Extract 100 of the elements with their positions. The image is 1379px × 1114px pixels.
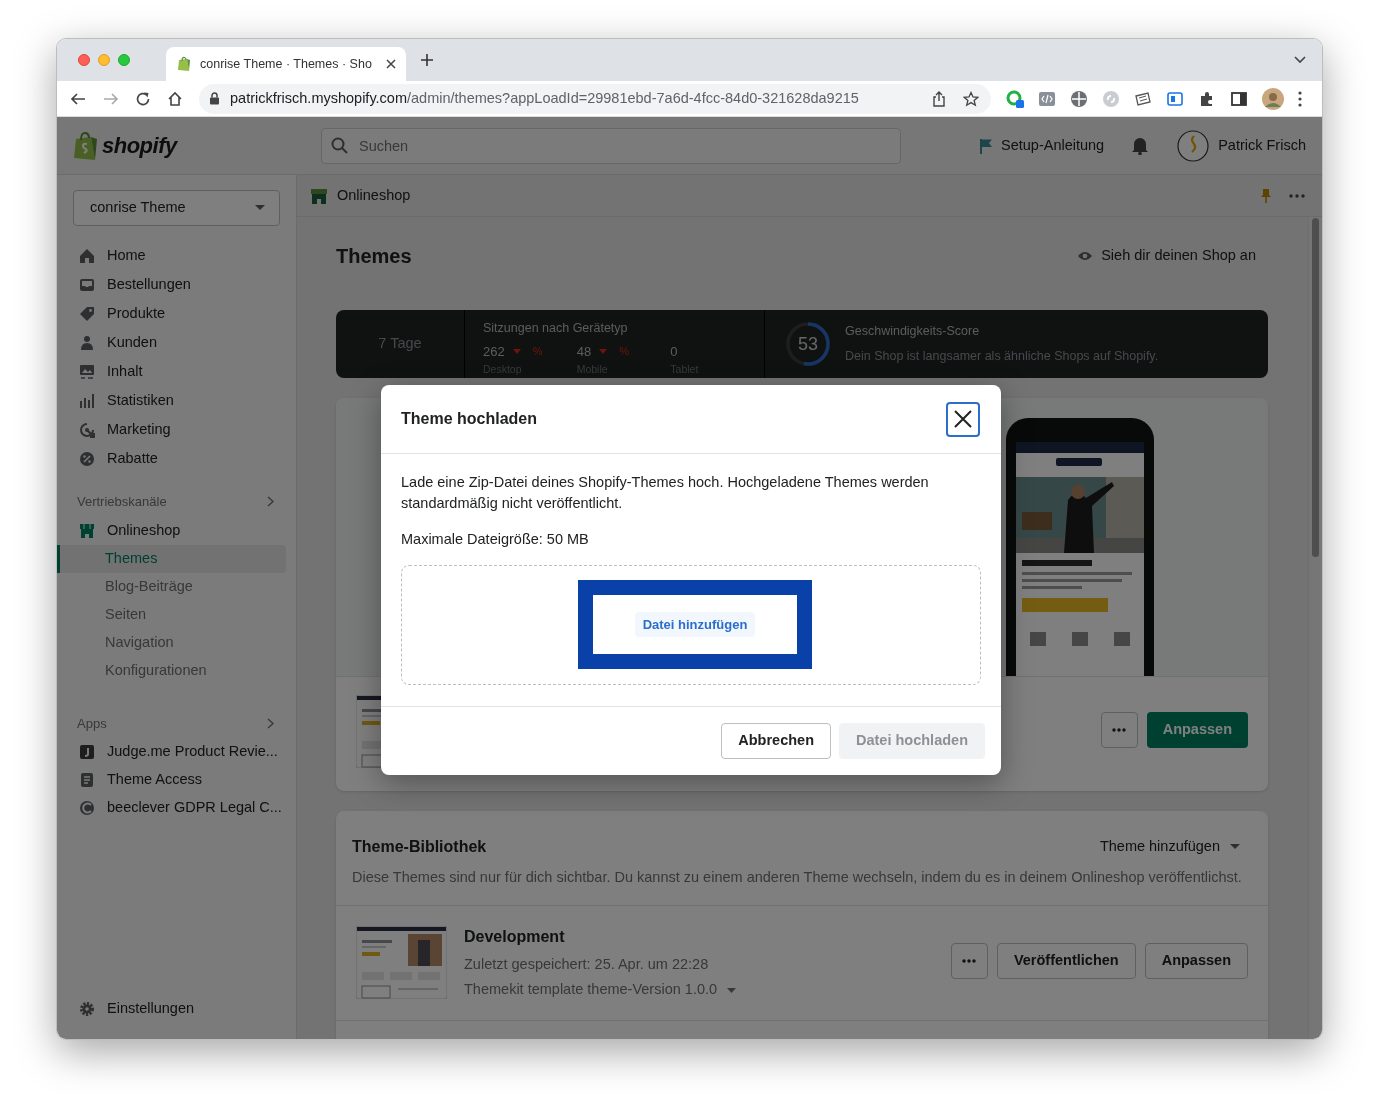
address-bar[interactable]: patrickfrisch.myshopify.com/admin/themes?appLoadId=29981ebd-7a6d-4fcc-84d0-321628da9215 [199, 83, 991, 114]
bar-chart-icon [79, 392, 95, 409]
nav-item[interactable]: Inhalt [57, 357, 296, 386]
nav-subitem[interactable]: Blog-Beiträge [57, 573, 286, 601]
nav-item[interactable]: Theme Access [57, 766, 296, 794]
close-icon [954, 410, 972, 428]
nav-subitem[interactable]: Themes [57, 545, 286, 573]
view-store-link[interactable]: Sieh dir deinen Shop an [1077, 245, 1256, 267]
target-icon [79, 421, 95, 438]
stat-change: % [619, 344, 629, 359]
more-actions-button[interactable] [950, 942, 988, 979]
lock-icon [209, 92, 220, 105]
chevron-right-icon[interactable] [267, 718, 274, 729]
caret-down-icon [727, 987, 737, 993]
home-icon [79, 247, 95, 264]
bell-icon[interactable] [1131, 136, 1150, 155]
settings-link[interactable]: Einstellungen [57, 994, 296, 1023]
forward-icon[interactable] [103, 90, 119, 107]
add-file-button[interactable]: Datei hinzufügen [634, 611, 756, 638]
extension-icon[interactable] [1006, 89, 1024, 108]
nav-item[interactable]: beeclever GDPR Legal C... [57, 794, 296, 822]
new-tab-icon[interactable] [420, 53, 434, 67]
nav-item[interactable]: Rabatte [57, 444, 296, 473]
add-theme-button[interactable]: Theme hinzufügen [1099, 836, 1240, 858]
close-button[interactable] [946, 401, 980, 437]
flag-icon [979, 137, 993, 154]
chevron-right-icon[interactable] [267, 496, 274, 507]
shopping-bag-icon [73, 130, 99, 161]
inbox-icon [79, 276, 95, 293]
stat-title: Geschwindigkeits-Score [845, 323, 981, 341]
nav-item[interactable]: Onlineshop [57, 516, 296, 545]
app-icon [79, 800, 95, 816]
side-panel-icon[interactable] [1230, 89, 1248, 108]
store-select[interactable]: conrise Theme [73, 190, 280, 226]
nav-subitem[interactable]: Seiten [57, 601, 286, 629]
document-icon [79, 772, 95, 788]
extension-icon[interactable] [1134, 89, 1152, 108]
extension-icon[interactable] [1166, 89, 1184, 108]
nav-item[interactable]: Home [57, 241, 296, 270]
customize-button[interactable]: Anpassen [1144, 942, 1248, 979]
extension-icon[interactable] [1038, 89, 1056, 108]
image-icon [79, 363, 95, 380]
caret-down-icon [255, 205, 265, 211]
nav-item[interactable]: Marketing [57, 415, 296, 444]
section-heading: Apps [77, 714, 108, 733]
app-icon [79, 744, 95, 760]
tag-icon [79, 305, 95, 322]
url-text: patrickfrisch.myshopify.com/admin/themes?appLoadId=29981ebd-7a6d-4fcc-84d0-321628da9215 [230, 88, 859, 108]
back-icon[interactable] [70, 90, 86, 107]
nav-item[interactable]: Judge.me Product Revie... [57, 738, 296, 766]
page-title: Themes [336, 244, 412, 269]
close-window-button[interactable] [78, 54, 90, 66]
browser-tab[interactable]: conrise Theme · Themes · Sho [166, 47, 406, 81]
score-ring [785, 321, 831, 367]
star-icon[interactable] [963, 90, 979, 107]
stat-change: % [532, 344, 543, 359]
avatar-icon[interactable] [1177, 129, 1210, 162]
score-value: 53 [798, 332, 818, 356]
caret-down-icon [1230, 844, 1240, 850]
section-heading: Vertriebskanäle [77, 492, 168, 511]
stat-title: Sitzungen nach Gerätetyp [483, 320, 629, 337]
drop-zone[interactable]: Datei hinzufügen [401, 565, 981, 685]
shopping-bag-icon [176, 56, 192, 72]
dialog-title: Theme hochladen [401, 409, 538, 429]
share-icon[interactable] [932, 90, 946, 107]
saved-date: Zuletzt gespeichert: 25. Apr. um 22:28 [464, 954, 710, 974]
cancel-button[interactable]: Abbrechen [721, 723, 831, 759]
dialog-text: Lade eine Zip-Datei deines Shopify-Themes hoch. Hochgeladene Themes werden standardmäßig nicht veröffentlicht. [401, 473, 930, 513]
person-icon [79, 334, 95, 351]
nav-item[interactable]: Produkte [57, 299, 296, 328]
avatar-icon[interactable] [1262, 87, 1284, 110]
setup-guide-link[interactable]: Setup-Anleitung [979, 134, 1105, 157]
store-icon [310, 186, 328, 205]
more-actions-button[interactable] [1100, 712, 1138, 748]
search-icon [331, 136, 348, 154]
chevron-down-icon[interactable] [1294, 56, 1306, 64]
extension-icon[interactable] [1070, 89, 1088, 108]
publish-button[interactable]: Veröffentlichen [996, 942, 1136, 979]
customize-button[interactable]: Anpassen [1146, 712, 1248, 748]
search-field[interactable]: Suchen [321, 127, 901, 164]
nav-item[interactable]: Kunden [57, 328, 296, 357]
reload-icon[interactable] [135, 90, 151, 107]
eye-icon [1077, 250, 1094, 262]
more-icon [1112, 728, 1127, 732]
close-icon[interactable] [386, 59, 396, 69]
section-description: Diese Themes sind nur für dich sichtbar. Du kannst zu einem anderen Theme wechseln, indem du es in deinem Onlineshop veröffentlichst. [352, 868, 1243, 887]
version-dropdown[interactable]: Themekit template theme-Version 1.0.0 [464, 979, 737, 1001]
more-icon[interactable] [1298, 90, 1302, 107]
discount-icon [79, 450, 95, 467]
user-name[interactable]: Patrick Frisch [1218, 134, 1306, 157]
stat-value: 0 [670, 342, 678, 361]
nav-item[interactable]: Bestellungen [57, 270, 296, 299]
scrollbar-thumb[interactable] [1312, 218, 1319, 557]
settings-icon [79, 1000, 95, 1017]
breadcrumb-link[interactable]: Onlineshop [337, 184, 411, 207]
nav-subitem[interactable]: Navigation [57, 629, 286, 657]
home-icon[interactable] [167, 90, 183, 107]
theme-name: Development [464, 926, 566, 947]
nav-item[interactable]: Statistiken [57, 386, 296, 415]
nav-subitem[interactable]: Konfigurationen [57, 657, 286, 685]
